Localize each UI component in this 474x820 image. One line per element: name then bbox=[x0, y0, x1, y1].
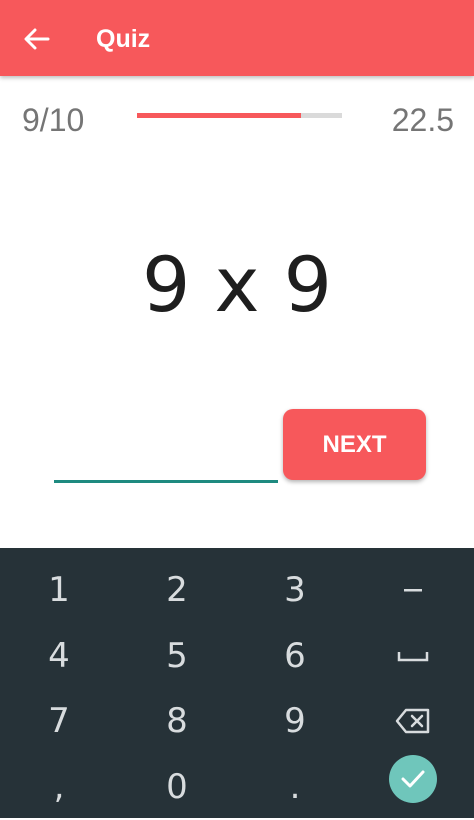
key-done[interactable] bbox=[354, 746, 472, 812]
progress-row: 9/10 22.5 bbox=[0, 96, 474, 146]
key-minus[interactable] bbox=[354, 557, 472, 623]
key-3[interactable]: 3 bbox=[236, 557, 354, 623]
key-6[interactable]: 6 bbox=[236, 623, 354, 689]
app-bar: Quiz bbox=[0, 0, 474, 76]
key-comma[interactable]: , bbox=[0, 754, 118, 820]
question-counter: 9/10 bbox=[22, 102, 85, 138]
score-value: 22.5 bbox=[391, 102, 454, 138]
space-bar-icon bbox=[397, 652, 429, 662]
key-2[interactable]: 2 bbox=[118, 557, 236, 623]
back-button[interactable] bbox=[20, 22, 54, 56]
key-5[interactable]: 5 bbox=[118, 623, 236, 689]
page-title: Quiz bbox=[96, 25, 151, 53]
key-0[interactable]: 0 bbox=[118, 754, 236, 820]
backspace-icon bbox=[395, 708, 430, 734]
progress-bar bbox=[137, 113, 342, 118]
key-7[interactable]: 7 bbox=[0, 688, 118, 754]
checkmark-icon bbox=[401, 770, 425, 788]
next-button[interactable]: NEXT bbox=[283, 409, 426, 480]
arrow-back-icon bbox=[24, 28, 50, 50]
key-1[interactable]: 1 bbox=[0, 557, 118, 623]
key-space[interactable] bbox=[354, 623, 472, 689]
question-text: 9 x 9 bbox=[142, 240, 332, 329]
minus-icon bbox=[404, 589, 422, 592]
numeric-keyboard: 1 2 3 4 5 6 7 8 9 , 0 . bbox=[0, 548, 474, 818]
key-period[interactable]: . bbox=[236, 754, 354, 820]
progress-bar-fill bbox=[137, 113, 301, 118]
done-button[interactable] bbox=[389, 755, 437, 803]
answer-input[interactable] bbox=[54, 440, 278, 483]
key-4[interactable]: 4 bbox=[0, 623, 118, 689]
key-9[interactable]: 9 bbox=[236, 688, 354, 754]
key-8[interactable]: 8 bbox=[118, 688, 236, 754]
key-backspace[interactable] bbox=[354, 688, 472, 754]
